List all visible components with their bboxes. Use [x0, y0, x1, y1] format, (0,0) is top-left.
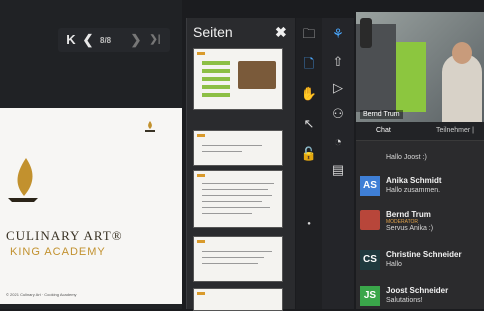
thumbnail-line: [202, 257, 264, 258]
tab-participants[interactable]: Teilnehmer |: [436, 127, 474, 134]
chat-message: AS Anika Schmidt Hallo zusammen.: [360, 174, 484, 202]
presenter-icon[interactable]: ⚘: [328, 24, 348, 44]
thumbnail-bar: [202, 85, 230, 89]
thumbnail-line: [202, 251, 272, 252]
slide-navigation-bar: K ❮ 8/8 ❯ ❯|: [58, 28, 170, 52]
lock-icon[interactable]: 🔓: [299, 144, 319, 164]
thumbnail-line: [202, 201, 262, 202]
chat-message-text: Hallo: [386, 261, 402, 268]
thumbnail-logo: [197, 174, 205, 177]
hand-icon[interactable]: ✋: [299, 84, 319, 104]
thumbnail-line: [202, 183, 274, 184]
video-participant-name: Bernd Trum: [360, 110, 403, 119]
pointer-icon[interactable]: ↖: [299, 114, 319, 134]
video-green-object: [396, 42, 426, 112]
thumbnail-line: [202, 207, 270, 208]
page-thumbnail[interactable]: [193, 236, 283, 282]
thumbnail-bar: [202, 77, 230, 81]
flame-logo-icon: [8, 158, 38, 202]
video-feed: Bernd Trum: [356, 12, 484, 122]
play-icon[interactable]: ▷: [328, 78, 348, 98]
current-slide: CULINARY ART® KING ACADEMY © 2021 Culina…: [0, 108, 182, 304]
presentation-stage: K ❮ 8/8 ❯ ❯| CULINARY ART® KING ACADEMY …: [0, 0, 182, 309]
thumbnail-line: [202, 195, 272, 196]
thumbnail-line: [202, 263, 258, 264]
page-thumbnail[interactable]: [193, 170, 283, 228]
thumbnail-logo: [197, 52, 205, 55]
tool-strip: 🗀 🗋 ✋ ↖ 🔓 ●: [296, 18, 322, 309]
video-person-head: [452, 42, 472, 64]
thumbnail-line: [202, 151, 242, 152]
thumbnail-logo: [197, 134, 205, 137]
chat-author: Bernd Trum: [386, 210, 431, 219]
chat-message: CS Christine Schneider Hallo: [360, 248, 484, 276]
chat-author: Anika Schmidt: [386, 176, 442, 185]
sidebar-panel: Bernd Trum Chat Teilnehmer | Hallo Joost…: [356, 12, 484, 309]
last-slide-button[interactable]: ❯|: [148, 32, 162, 48]
poll-icon[interactable]: ◔: [328, 132, 348, 152]
pages-icon[interactable]: 🗋: [299, 54, 319, 74]
thumbnail-bar: [202, 69, 230, 73]
feature-strip: ⚘ ⇧ ▷ ⚇ ◔ ▤: [322, 18, 354, 309]
thumbnail-line: [202, 189, 268, 190]
avatar: AS: [360, 176, 380, 196]
thumbnail-logo: [197, 292, 205, 295]
chat-message-text: Servus Anika :): [386, 225, 434, 232]
video-person: [442, 54, 482, 122]
chat-message-text: Salutations!: [386, 297, 423, 304]
avatar: [360, 210, 380, 230]
upload-icon[interactable]: ⇧: [328, 52, 348, 72]
folder-icon[interactable]: 🗀: [299, 24, 319, 44]
close-pages-button[interactable]: ✖: [275, 24, 287, 41]
chat-message: Bernd Trum MODERATOR Servus Anika :): [360, 208, 484, 236]
tab-chat[interactable]: Chat: [376, 127, 391, 134]
slide-footer: © 2021 Culinary Art · Cooking Academy: [6, 292, 77, 297]
chat-message: JS Joost Schneider Salutations!: [360, 284, 484, 309]
brand-logo-icon: [145, 121, 155, 132]
thumbnail-line: [202, 213, 252, 214]
slide-subtitle: KING ACADEMY: [10, 246, 106, 258]
chat-message-text: Hallo Joost :): [386, 154, 427, 161]
next-slide-button[interactable]: ❯: [130, 32, 142, 48]
thumbnail-logo: [197, 240, 205, 243]
previous-slide-button[interactable]: ❮: [82, 32, 94, 48]
thumbnail-bar: [202, 93, 230, 97]
whiteboard-icon[interactable]: ▤: [328, 160, 348, 180]
slide-title: CULINARY ART®: [6, 228, 123, 243]
page-thumbnail[interactable]: [193, 130, 283, 166]
chat-author: Christine Schneider: [386, 250, 462, 259]
chat-author: Joost Schneider: [386, 286, 449, 295]
chat-tabs: Chat Teilnehmer |: [356, 122, 484, 141]
first-slide-button[interactable]: K: [64, 32, 78, 48]
chat-message-text: Hallo zusammen.: [386, 187, 441, 194]
pages-panel-title: Seiten: [193, 24, 233, 40]
participants-icon[interactable]: ⚇: [328, 104, 348, 124]
page-counter: 8/8: [100, 36, 112, 45]
page-thumbnail[interactable]: [193, 48, 283, 110]
thumbnail-bar: [202, 61, 230, 65]
thumbnail-line: [202, 145, 262, 146]
page-thumbnail[interactable]: [193, 288, 283, 311]
avatar: JS: [360, 286, 380, 306]
dot-icon: ●: [307, 221, 311, 227]
thumbnail-photo: [238, 61, 276, 89]
camera-controls-icon[interactable]: [360, 18, 372, 48]
avatar: CS: [360, 250, 380, 270]
pages-panel: Seiten ✖: [186, 18, 295, 311]
